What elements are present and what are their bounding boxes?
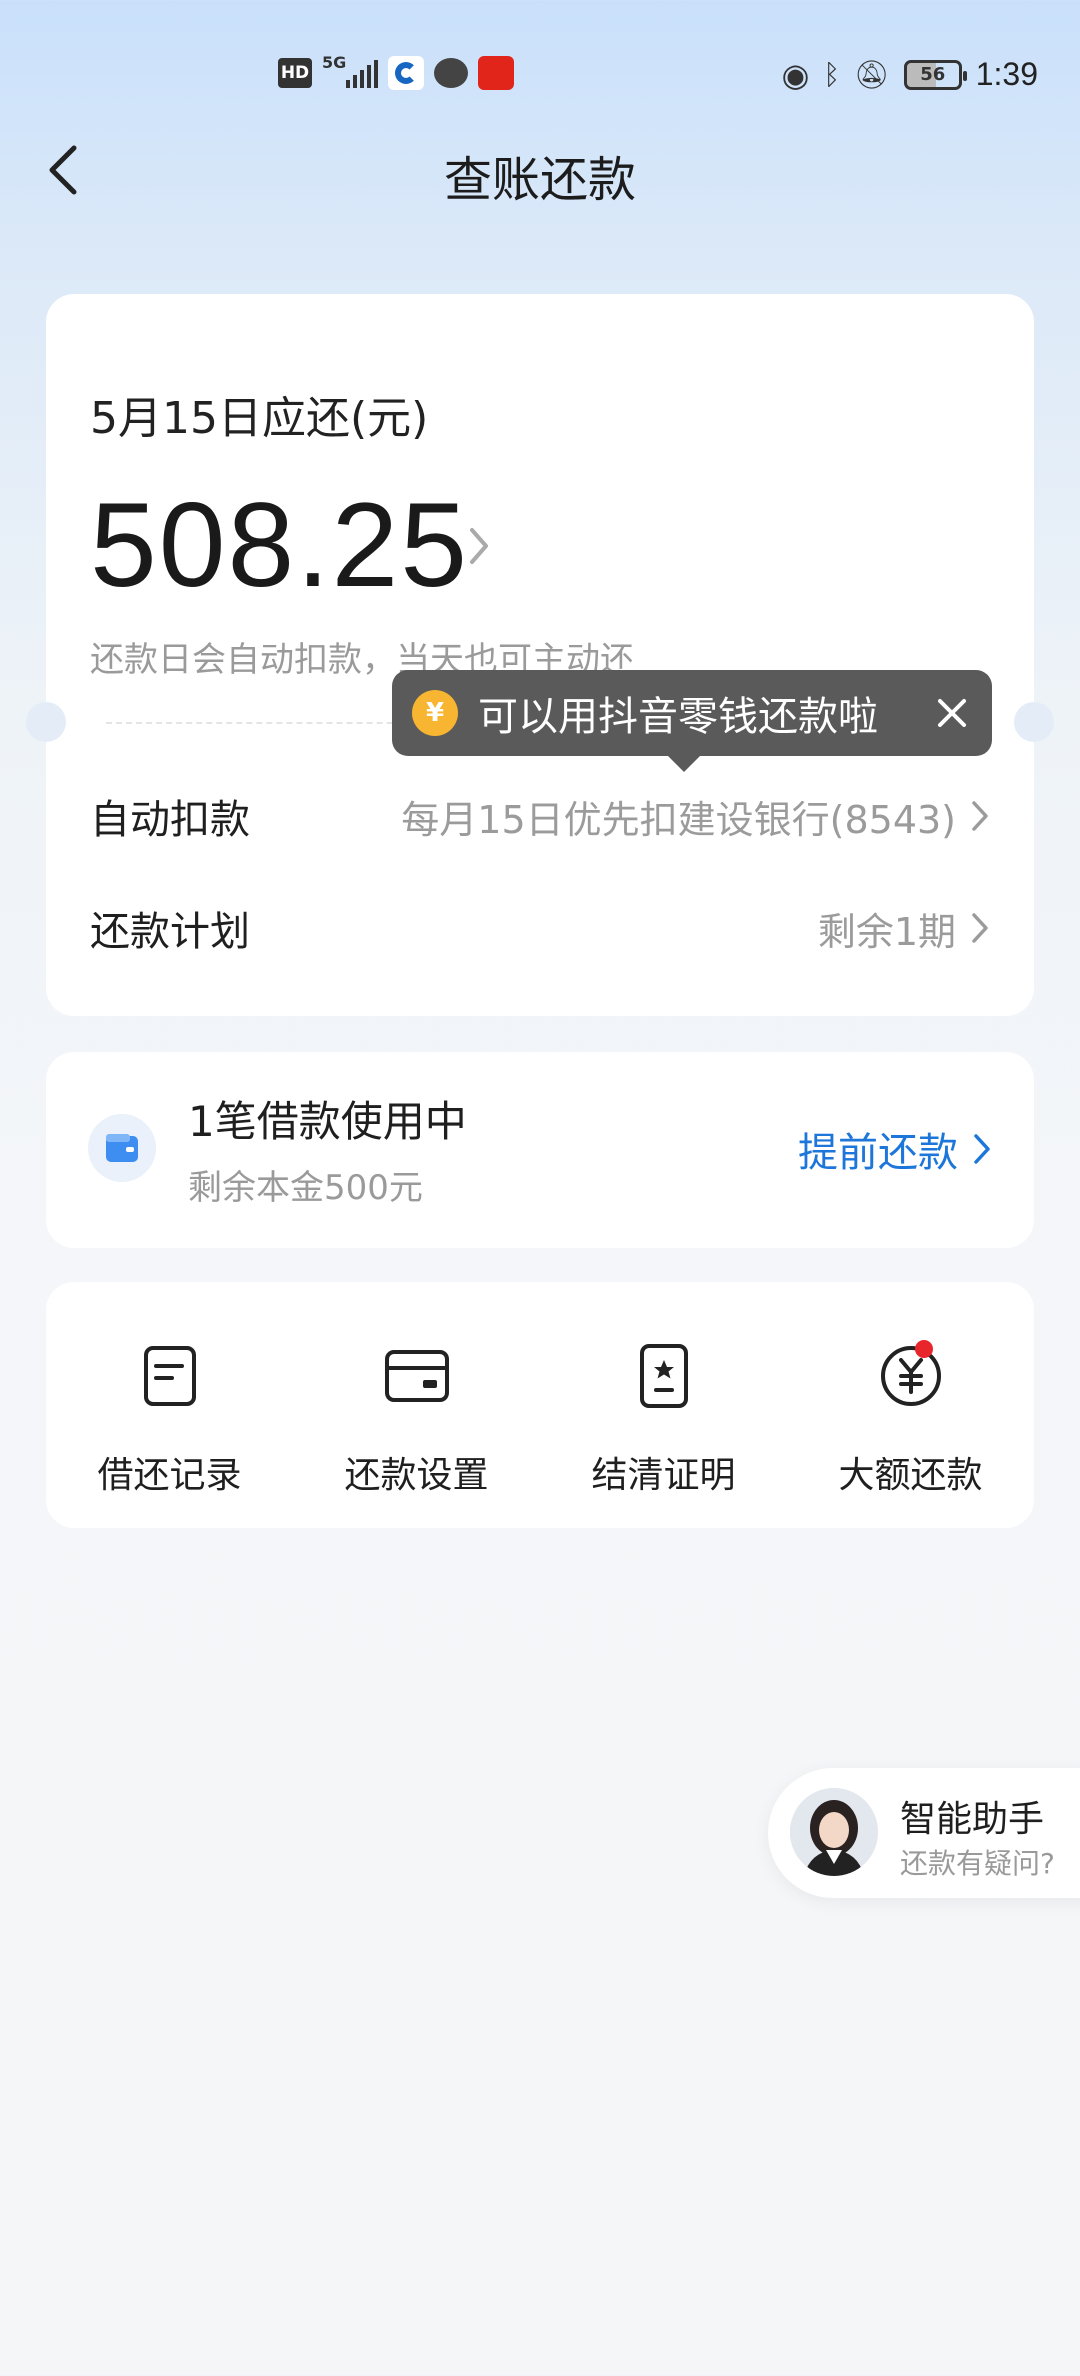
due-date-label: 5月15日应还(元) (90, 393, 429, 444)
grid-label: 还款设置 (344, 1455, 489, 1496)
grid-label: 借还记录 (97, 1455, 242, 1496)
grid-item-large-repayment[interactable]: 大额还款 (787, 1282, 1034, 1528)
chevron-right-icon (972, 801, 988, 831)
chevron-right-icon (972, 913, 988, 943)
active-loan-card[interactable]: 1笔借款使用中 剩余本金500元 提前还款 (46, 1052, 1034, 1248)
shortcut-grid: 借还记录 还款设置 结清证明 大额还款 (46, 1282, 1034, 1528)
assistant-avatar (790, 1788, 878, 1876)
navigation-bar: 查账还款 (0, 120, 1080, 220)
auto-debit-value-text: 每月15日优先扣建设银行(8543) (401, 797, 956, 842)
tooltip-text: 可以用抖音零钱还款啦 (478, 694, 878, 740)
grid-item-settlement-certificate[interactable]: 结清证明 (540, 1282, 787, 1528)
bank-app-icon (388, 56, 424, 90)
payment-app-icon (478, 56, 514, 90)
loan-count-title: 1笔借款使用中 (188, 1097, 467, 1146)
assistant-title: 智能助手 (900, 1799, 1045, 1840)
bell-off-icon: 🔕︎ (854, 57, 890, 91)
bluetooth-icon: ᛒ (823, 57, 841, 91)
card-notch-left (26, 702, 66, 742)
hd-icon: HD (278, 58, 312, 88)
eye-icon: ◉ (781, 55, 810, 94)
assistant-subtitle: 还款有疑问? (900, 1847, 1055, 1880)
prepay-label: 提前还款 (798, 1130, 958, 1176)
yuan-coin-icon: ¥ (412, 690, 458, 736)
auto-debit-row[interactable]: 自动扣款 每月15日优先扣建设银行(8543) (90, 776, 990, 856)
certificate-icon (630, 1342, 698, 1410)
repayment-plan-label: 还款计划 (90, 909, 250, 955)
repayment-plan-value-text: 剩余1期 (817, 909, 956, 954)
signal-icon: 5G (322, 53, 378, 90)
tooltip-close-button[interactable] (932, 693, 972, 733)
card-icon (383, 1342, 451, 1410)
wallet-icon (88, 1114, 156, 1182)
grid-item-borrow-records[interactable]: 借还记录 (46, 1282, 293, 1528)
remaining-principal: 剩余本金500元 (188, 1168, 423, 1208)
status-system: ◉ ᛒ 🔕︎ 56 1:39 (781, 56, 1038, 93)
status-notifications: HD 5G (278, 53, 514, 90)
network-label: 5G (322, 53, 347, 72)
auto-debit-label: 自动扣款 (90, 797, 250, 843)
grid-item-repayment-settings[interactable]: 还款设置 (293, 1282, 540, 1528)
close-icon (938, 699, 966, 727)
repayment-plan-row[interactable]: 还款计划 剩余1期 (90, 888, 990, 968)
notification-dot (914, 1340, 933, 1358)
smart-assistant-button[interactable]: 智能助手 还款有疑问? (768, 1768, 1080, 1898)
bill-card: 5月15日应还(元) 508.25 还款日会自动扣款，当天也可主动还 自动扣款 … (26, 294, 1054, 1016)
clock: 1:39 (975, 56, 1038, 92)
chevron-right-icon[interactable] (464, 522, 494, 570)
auto-debit-value: 每月15日优先扣建设银行(8543) (401, 789, 990, 844)
chevron-right-icon (974, 1134, 990, 1164)
repayment-plan-value: 剩余1期 (818, 901, 990, 956)
douyin-change-tooltip[interactable]: ¥ 可以用抖音零钱还款啦 (392, 670, 992, 772)
prepay-button[interactable]: 提前还款 (798, 1120, 992, 1178)
card-notch-right (1014, 702, 1054, 742)
document-icon (136, 1342, 204, 1410)
page-title: 查账还款 (443, 152, 636, 208)
due-amount[interactable]: 508.25 (90, 476, 469, 614)
grid-label: 大额还款 (838, 1455, 983, 1496)
grid-label: 结清证明 (591, 1455, 736, 1496)
yuan-icon (877, 1340, 945, 1410)
battery-icon: 56 (903, 59, 967, 90)
message-icon (434, 58, 468, 88)
